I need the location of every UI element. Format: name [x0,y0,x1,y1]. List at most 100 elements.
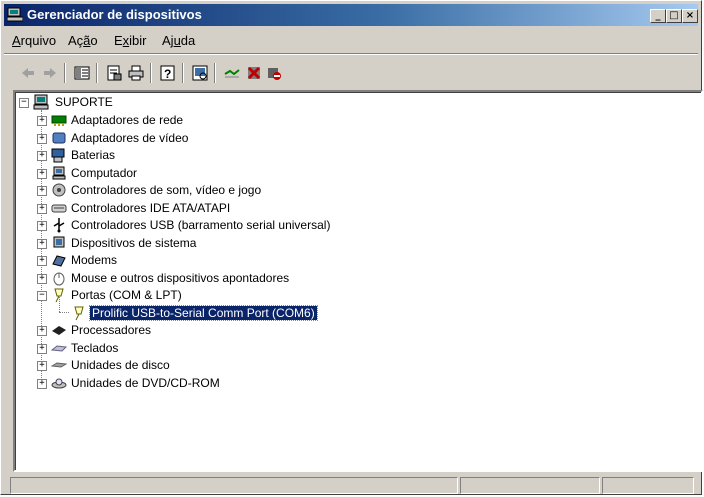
device-tree[interactable]: − SUPORTE + Adaptadores de rede + Adaptador… [13,90,703,472]
update-driver-icon[interactable] [224,65,240,81]
tree-item-label: Adaptadores de vídeo [71,130,189,145]
keyboard-icon [51,344,67,352]
tree-root[interactable]: − SUPORTE [15,94,315,111]
tree-item-label: Processadores [71,323,152,337]
tree-item-system-device[interactable]: + Dispositivos de sistema [15,235,415,252]
menu-acao-label-a: Aç [68,33,84,48]
display-adapter-icon [52,132,66,143]
menu-arquivo-mnemonic: A [12,33,21,48]
print-icon[interactable] [128,65,144,81]
collapse-toggle[interactable]: − [19,98,29,108]
title-bar[interactable]: Gerenciador de dispositivos _ □ × [4,4,698,26]
expand-toggle[interactable]: + [37,116,47,126]
svg-text:?: ? [164,67,171,81]
menu-ajuda[interactable]: Ajuda [162,33,195,48]
expand-toggle[interactable]: + [37,186,47,196]
tree-item-label: Unidades de disco [71,358,170,372]
expand-toggle[interactable]: + [37,273,47,284]
expand-toggle[interactable]: + [37,168,47,179]
tree-item-port[interactable]: − Portas (COM & LPT) [15,287,415,304]
expand-toggle[interactable]: + [37,256,47,266]
status-panel-3 [602,477,694,494]
menu-ajuda-label-b: da [180,33,196,48]
uninstall-icon[interactable] [246,65,262,81]
tree-item-label: Mouse e outros dispositivos apontadores [71,270,290,285]
close-button[interactable]: × [682,9,698,23]
sound-icon [52,183,66,197]
tree-item-computer[interactable]: + Computador [15,165,415,182]
menu-ajuda-mnemonic: u [173,33,181,48]
network-adapter-icon [51,115,67,126]
expand-toggle[interactable]: + [37,238,47,249]
system-device-icon [53,236,65,247]
view-icon[interactable] [74,65,90,81]
tree-item-prolific-com-port[interactable]: Prolific USB-to-Serial Comm Port (COM6) [15,304,415,322]
tree-item-mouse[interactable]: + Mouse e outros dispositivos apontadores [15,270,415,287]
tree-item-display-adapter[interactable]: + Adaptadores de vídeo [15,130,415,147]
expand-toggle[interactable]: + [37,361,47,371]
toolbar-separator [182,63,184,83]
expand-toggle[interactable]: + [37,151,47,161]
tree-item-label: Computador [71,165,138,180]
port-icon [54,288,64,303]
tree-item-label: Portas (COM & LPT) [71,288,182,302]
expand-toggle[interactable]: + [37,378,47,389]
modem-icon [52,255,66,267]
status-panel-main [10,477,458,494]
tree-item-disk-drive[interactable]: + Unidades de disco [15,357,415,374]
tree-item-label: Adaptadores de rede [71,113,184,127]
tree-item-battery[interactable]: + Baterias [15,147,415,164]
toolbar: ? [4,57,698,89]
help-icon[interactable]: ? [160,65,176,81]
expand-toggle[interactable]: + [37,326,47,336]
mouse-icon [53,272,65,285]
tree-item-label: Unidades de DVD/CD-ROM [71,375,220,390]
disable-icon[interactable] [266,65,282,81]
tree-item-label: Teclados [71,340,119,355]
tree-item-modem[interactable]: + Modems [15,252,415,269]
menu-ajuda-label-a: Aj [162,33,174,48]
tree-item-keyboard[interactable]: + Teclados [15,340,415,357]
disk-drive-icon [51,362,67,368]
tree-root-label: SUPORTE [55,95,113,109]
toolbar-separator [214,63,216,83]
menu-divider [4,53,698,55]
maximize-button[interactable]: □ [666,9,682,23]
dvd-drive-icon [51,378,67,388]
tree-item-processor[interactable]: + Processadores [15,322,415,339]
menu-exibir-label-a: E [114,33,123,48]
port-icon [74,306,84,320]
properties-icon[interactable] [106,65,122,81]
menu-exibir-label-b: ibir [129,33,147,48]
tree-item-label: Controladores de som, vídeo e jogo [71,183,262,197]
expand-toggle[interactable]: + [37,133,47,144]
expand-toggle[interactable]: + [37,343,47,354]
ide-controller-icon [51,204,67,212]
computer-icon [33,94,49,110]
expand-toggle[interactable]: + [37,203,47,214]
toolbar-separator [96,63,98,83]
tree-item-network-adapter[interactable]: + Adaptadores de rede [15,112,415,129]
scan-icon[interactable] [192,65,208,81]
tree-item-label: Dispositivos de sistema [71,235,197,250]
tree-item-usb[interactable]: + Controladores USB (barramento serial un… [15,217,415,234]
back-icon[interactable] [20,65,36,81]
close-icon: × [685,10,695,21]
forward-icon[interactable] [42,65,58,81]
menu-exibir[interactable]: Exibir [114,33,147,48]
menu-acao[interactable]: Ação [68,33,98,48]
maximize-icon: □ [669,10,679,21]
toolbar-separator [150,63,152,83]
device-manager-app-icon [7,7,23,22]
tree-item-sound[interactable]: + Controladores de som, vídeo e jogo [15,182,415,199]
collapse-toggle[interactable]: − [37,291,47,301]
menu-arquivo[interactable]: Arquivo [12,33,56,48]
tree-item-dvd-drive[interactable]: + Unidades de DVD/CD-ROM [15,375,415,392]
minimize-button[interactable]: _ [650,9,666,23]
tree-item-ide-controller[interactable]: + Controladores IDE ATA/ATAPI [15,200,415,217]
tree-item-label: Modems [71,253,118,267]
expand-toggle[interactable]: + [37,221,47,231]
menu-acao-label-b: o [90,33,98,48]
usb-icon [53,218,65,233]
tree-item-label: Controladores USB (barramento serial uni… [71,218,331,232]
